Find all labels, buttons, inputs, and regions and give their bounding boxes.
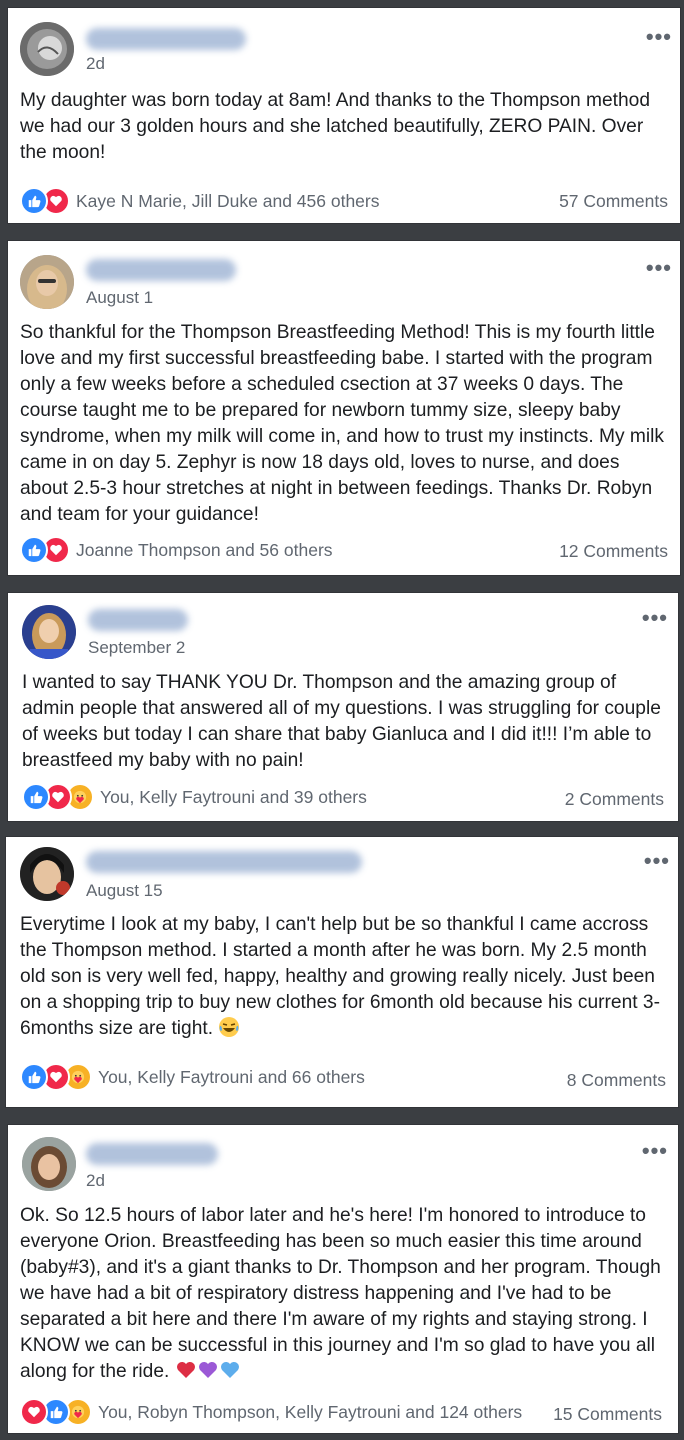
author-avatar[interactable] xyxy=(22,605,76,659)
author-name-blurred[interactable] xyxy=(86,28,246,50)
reactions-row[interactable]: You, Robyn Thompson, Kelly Faytrouni and… xyxy=(20,1398,522,1426)
post-text-body: Ok. So 12.5 hours of labor later and he'… xyxy=(20,1205,661,1382)
post-card: 2d ••• My daughter was born today at 8am… xyxy=(8,8,680,223)
post-date[interactable]: August 1 xyxy=(86,288,153,308)
more-options-button[interactable]: ••• xyxy=(646,26,672,48)
reaction-summary[interactable]: You, Robyn Thompson, Kelly Faytrouni and… xyxy=(98,1402,522,1423)
post-text: My daughter was born today at 8am! And t… xyxy=(20,90,651,163)
reactions-row[interactable]: You, Kelly Faytrouni and 39 others xyxy=(22,783,367,811)
post-card: 2d ••• Ok. So 12.5 hours of labor later … xyxy=(8,1125,678,1433)
post-card: August 15 ••• Everytime I look at my bab… xyxy=(6,837,678,1107)
comments-count[interactable]: 15 Comments xyxy=(553,1404,662,1425)
red-heart-emoji-icon xyxy=(176,1362,195,1378)
like-reaction-icon xyxy=(22,783,50,811)
comments-count[interactable]: 12 Comments xyxy=(559,541,668,562)
author-name-blurred[interactable] xyxy=(86,851,362,873)
post-date[interactable]: August 15 xyxy=(86,881,163,901)
reactions-row[interactable]: Kaye N Marie, Jill Duke and 456 others xyxy=(20,187,379,215)
comments-count[interactable]: 2 Comments xyxy=(565,789,664,810)
like-reaction-icon xyxy=(20,187,48,215)
more-options-button[interactable]: ••• xyxy=(642,1140,668,1162)
hearts-emoji-group xyxy=(175,1361,241,1382)
author-name-blurred[interactable] xyxy=(86,1143,218,1165)
post-text: I wanted to say THANK YOU Dr. Thompson a… xyxy=(22,672,661,771)
post-text: So thankful for the Thompson Breastfeedi… xyxy=(20,322,665,525)
comments-count[interactable]: 57 Comments xyxy=(559,191,668,212)
author-name-blurred[interactable] xyxy=(86,259,236,281)
post-text: Ok. So 12.5 hours of labor later and he'… xyxy=(20,1203,670,1385)
author-name-blurred[interactable] xyxy=(88,609,188,631)
reactions-row[interactable]: Joanne Thompson and 56 others xyxy=(20,536,333,564)
post-card: August 1 ••• So thankful for the Thompso… xyxy=(8,241,680,575)
post-text: Everytime I look at my baby, I can't hel… xyxy=(20,912,670,1042)
reactions-row[interactable]: You, Kelly Faytrouni and 66 others xyxy=(20,1063,365,1091)
post-date[interactable]: September 2 xyxy=(88,638,185,658)
blue-heart-emoji-icon xyxy=(220,1362,239,1378)
more-options-button[interactable]: ••• xyxy=(646,257,672,279)
post-date[interactable]: 2d xyxy=(86,1171,105,1191)
reaction-summary[interactable]: Joanne Thompson and 56 others xyxy=(76,540,333,561)
purple-heart-emoji-icon xyxy=(198,1362,217,1378)
author-avatar[interactable] xyxy=(20,255,74,309)
more-options-button[interactable]: ••• xyxy=(644,850,670,872)
post-text-body: Everytime I look at my baby, I can't hel… xyxy=(20,914,660,1039)
comments-count[interactable]: 8 Comments xyxy=(567,1070,666,1091)
author-avatar[interactable] xyxy=(22,1137,76,1191)
post-card: September 2 ••• I wanted to say THANK YO… xyxy=(8,593,678,821)
like-reaction-icon xyxy=(20,536,48,564)
reaction-summary[interactable]: You, Kelly Faytrouni and 39 others xyxy=(100,787,367,808)
like-reaction-icon xyxy=(20,1063,48,1091)
post-date[interactable]: 2d xyxy=(86,54,105,74)
author-avatar[interactable] xyxy=(20,22,74,76)
love-reaction-icon xyxy=(20,1398,48,1426)
laughing-tears-emoji-icon xyxy=(219,1017,240,1037)
reaction-summary[interactable]: Kaye N Marie, Jill Duke and 456 others xyxy=(76,191,379,212)
author-avatar[interactable] xyxy=(20,847,74,901)
more-options-button[interactable]: ••• xyxy=(642,607,668,629)
reaction-summary[interactable]: You, Kelly Faytrouni and 66 others xyxy=(98,1067,365,1088)
